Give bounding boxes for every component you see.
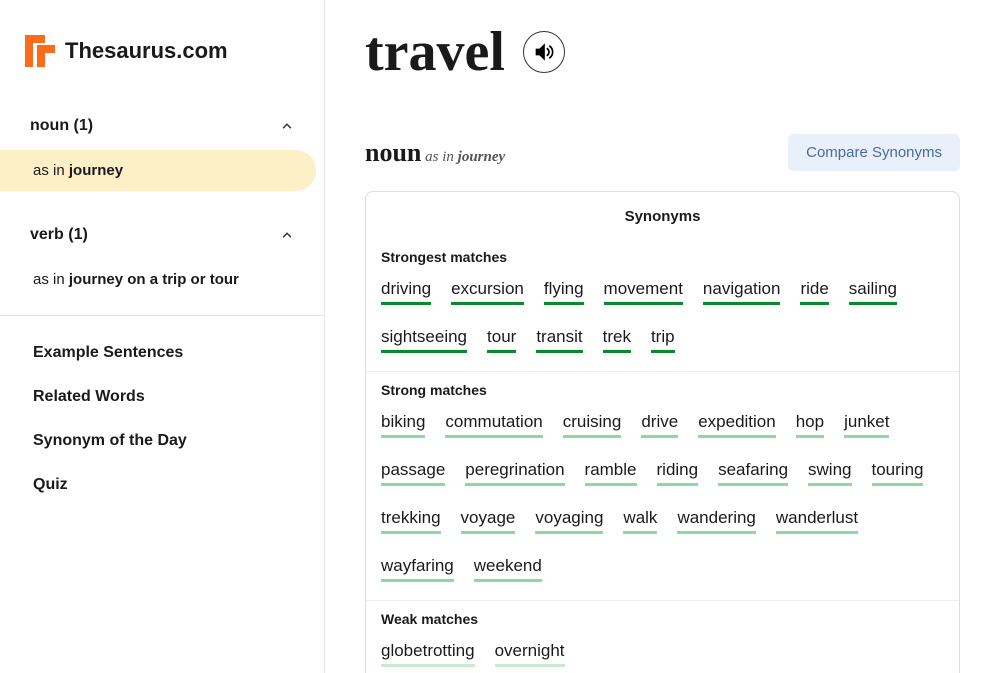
- nav-link[interactable]: Synonym of the Day: [0, 419, 324, 463]
- synonym-word[interactable]: trip: [651, 327, 675, 353]
- synonym-list: driving excursion flying movement navigation…: [381, 279, 944, 353]
- synonym-word[interactable]: wayfaring: [381, 556, 454, 582]
- nav-links: Example SentencesRelated WordsSynonym of…: [0, 315, 324, 507]
- synonym-word[interactable]: junket: [844, 412, 889, 438]
- synonym-word[interactable]: globetrotting: [381, 641, 475, 667]
- synonym-word[interactable]: passage: [381, 460, 445, 486]
- synonym-word[interactable]: seafaring: [718, 460, 788, 486]
- pos-sense-prefix: as in: [421, 149, 457, 165]
- nav-pos-sections: noun (1) as in journey verb (1) as in journ…: [0, 102, 324, 300]
- headword: travel: [365, 20, 505, 84]
- pos-sense: journey: [458, 149, 506, 165]
- synonym-group-label: Strong matches: [381, 382, 944, 398]
- pronounce-audio-button[interactable]: [523, 31, 565, 73]
- nav-section-header[interactable]: noun (1): [0, 102, 324, 150]
- brand-logo[interactable]: Thesaurus.com: [0, 35, 324, 102]
- part-of-speech-row: noun as in journey Compare Synonyms: [365, 134, 960, 171]
- synonym-word[interactable]: expedition: [698, 412, 776, 438]
- nav-sense-prefix: as in: [33, 162, 69, 179]
- synonym-word[interactable]: excursion: [451, 279, 524, 305]
- synonym-word[interactable]: wandering: [677, 508, 755, 534]
- synonym-word[interactable]: ride: [800, 279, 828, 305]
- pos-label: noun as in journey: [365, 138, 505, 168]
- nav-sense-prefix: as in: [33, 271, 69, 288]
- synonym-list: globetrotting overnight: [381, 641, 944, 667]
- synonym-word[interactable]: sightseeing: [381, 327, 467, 353]
- nav-section-label: verb (1): [30, 226, 88, 244]
- synonym-word[interactable]: movement: [604, 279, 683, 305]
- synonym-word[interactable]: transit: [536, 327, 582, 353]
- synonym-word[interactable]: riding: [657, 460, 699, 486]
- chevron-up-icon: [280, 119, 294, 133]
- synonym-group-label: Weak matches: [381, 611, 944, 627]
- synonym-word[interactable]: flying: [544, 279, 584, 305]
- sidebar: Thesaurus.com noun (1) as in journey verb …: [0, 0, 325, 673]
- synonym-groups-container: Strongest matches driving excursion flyingm…: [366, 239, 959, 673]
- synonym-group: Strong matches biking commutation cruising d…: [366, 371, 959, 600]
- synonym-word[interactable]: tour: [487, 327, 516, 353]
- brand-name: Thesaurus.com: [65, 38, 228, 64]
- synonym-group-label: Strongest matches: [381, 249, 944, 265]
- speaker-icon: [534, 42, 554, 62]
- synonym-group: Strongest matches driving excursion flyingm…: [366, 239, 959, 371]
- nav-link[interactable]: Related Words: [0, 375, 324, 419]
- synonym-word[interactable]: cruising: [563, 412, 622, 438]
- synonym-word[interactable]: overnight: [495, 641, 565, 667]
- synonym-group: Weak matches globetrotting overnight: [366, 600, 959, 673]
- synonym-word[interactable]: biking: [381, 412, 425, 438]
- synonym-word[interactable]: voyaging: [535, 508, 603, 534]
- synonym-word[interactable]: swing: [808, 460, 851, 486]
- synonym-word[interactable]: driving: [381, 279, 431, 305]
- synonym-word[interactable]: hop: [796, 412, 824, 438]
- synonyms-box-title: Synonyms: [366, 192, 959, 239]
- pos-part: noun: [365, 138, 421, 167]
- nav-link[interactable]: Example Sentences: [0, 331, 324, 375]
- synonym-word[interactable]: ramble: [585, 460, 637, 486]
- synonym-word[interactable]: trek: [603, 327, 631, 353]
- synonym-list: biking commutation cruising drive expedition…: [381, 412, 944, 582]
- main-content: travel noun as in journey Compare Synony…: [325, 0, 1000, 673]
- compare-synonyms-button[interactable]: Compare Synonyms: [788, 134, 960, 171]
- headword-row: travel: [365, 20, 960, 84]
- synonym-word[interactable]: drive: [641, 412, 678, 438]
- nav-sense-term: journey on a trip or tour: [69, 271, 239, 288]
- synonyms-box: Synonyms Strongest matches driving excursi…: [365, 191, 960, 673]
- nav-section-header[interactable]: verb (1): [0, 211, 324, 259]
- nav-sense-item[interactable]: as in journey: [0, 150, 316, 191]
- synonym-word[interactable]: walk: [623, 508, 657, 534]
- chevron-up-icon: [280, 228, 294, 242]
- nav-sense-item[interactable]: as in journey on a trip or tour: [0, 259, 324, 300]
- nav-sense-term: journey: [69, 162, 123, 179]
- synonym-word[interactable]: peregrination: [465, 460, 564, 486]
- thesaurus-logo-icon: [25, 35, 55, 67]
- synonym-word[interactable]: commutation: [445, 412, 542, 438]
- synonym-word[interactable]: sailing: [849, 279, 897, 305]
- synonym-word[interactable]: voyage: [461, 508, 516, 534]
- synonym-word[interactable]: trekking: [381, 508, 441, 534]
- synonym-word[interactable]: wanderlust: [776, 508, 858, 534]
- synonym-word[interactable]: touring: [872, 460, 924, 486]
- synonym-word[interactable]: weekend: [474, 556, 542, 582]
- nav-section-label: noun (1): [30, 117, 93, 135]
- nav-link[interactable]: Quiz: [0, 463, 324, 507]
- synonym-word[interactable]: navigation: [703, 279, 781, 305]
